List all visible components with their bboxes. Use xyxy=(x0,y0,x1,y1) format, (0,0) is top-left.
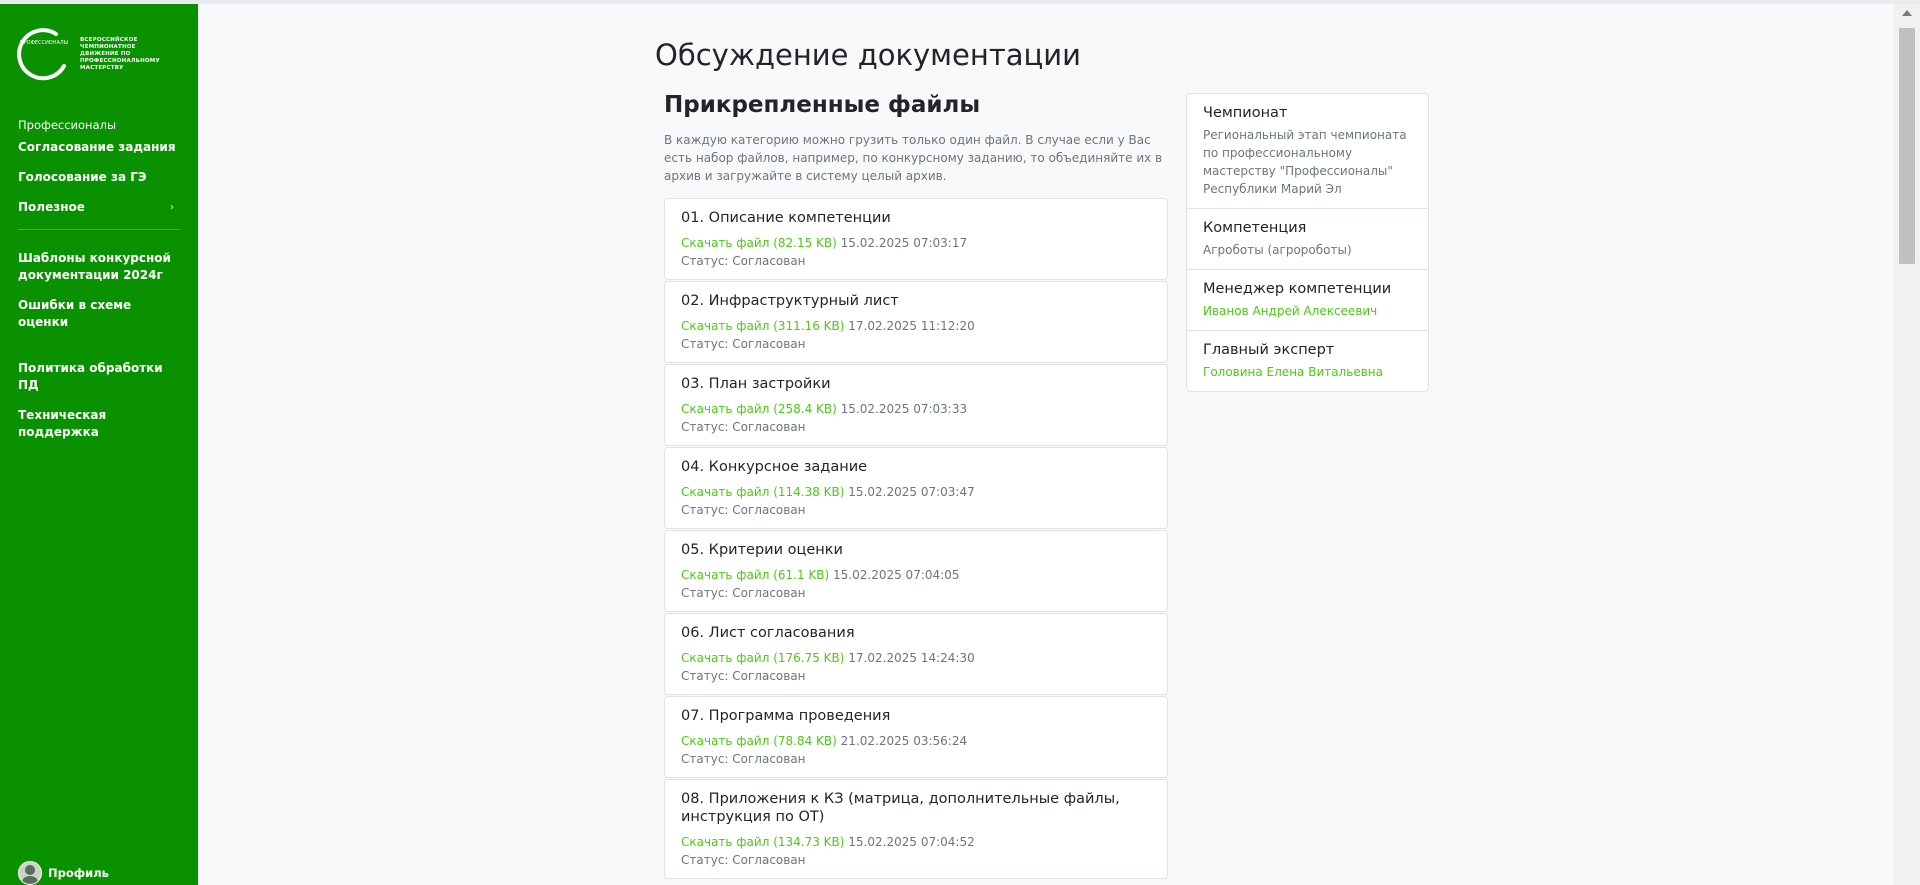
file-meta: Скачать файл (82.15 KB) 15.02.2025 07:03… xyxy=(681,234,1151,252)
logo-text: Всероссийское чемпионатное движение по п… xyxy=(80,36,160,71)
file-title: 07. Программа проведения xyxy=(681,708,891,724)
download-link[interactable]: Скачать файл (78.84 KB) xyxy=(681,734,837,748)
file-status: Статус: Согласован xyxy=(681,337,806,351)
file-meta: Скачать файл (61.1 KB) 15.02.2025 07:04:… xyxy=(681,566,1151,584)
file-status: Статус: Согласован xyxy=(681,254,806,268)
download-link[interactable]: Скачать файл (134.73 KB) xyxy=(681,835,844,849)
file-meta: Скачать файл (78.84 KB) 21.02.2025 03:56… xyxy=(681,732,1151,750)
sidebar-nav: Профессионалы Согласование задания Голос… xyxy=(18,118,180,454)
logo-ring-text: ПРОФЕССИОНАЛЫ xyxy=(20,40,68,46)
profile-label: Профиль xyxy=(48,866,109,880)
file-status: Статус: Согласован xyxy=(681,503,806,517)
info-championship: Чемпионат Региональный этап чемпионата п… xyxy=(1187,94,1428,209)
file-date: 17.02.2025 14:24:30 xyxy=(848,651,975,665)
file-meta: Скачать файл (134.73 KB) 15.02.2025 07:0… xyxy=(681,833,1151,851)
info-value: Региональный этап чемпионата по професси… xyxy=(1203,128,1407,196)
file-title: 03. План застройки xyxy=(681,376,831,392)
file-title: 02. Инфраструктурный лист xyxy=(681,293,899,309)
file-date: 21.02.2025 03:56:24 xyxy=(840,734,968,748)
file-date: 17.02.2025 11:12:20 xyxy=(848,319,975,333)
nav-divider xyxy=(18,229,180,230)
sidebar-item-useful[interactable]: Полезное › xyxy=(18,199,180,216)
download-link[interactable]: Скачать файл (114.38 KB) xyxy=(681,485,844,499)
file-title: 04. Конкурсное задание xyxy=(681,459,868,475)
sidebar-item-label: Полезное xyxy=(18,200,85,214)
sidebar-item-scoring-errors[interactable]: Ошибки в схеме оценки xyxy=(18,297,180,331)
file-title: 05. Критерии оценки xyxy=(681,542,843,558)
scrollbar[interactable] xyxy=(1894,4,1920,885)
top-strip xyxy=(0,0,1920,4)
file-date: 15.02.2025 07:03:47 xyxy=(848,485,975,499)
info-manager: Менеджер компетенции Иванов Андрей Алекс… xyxy=(1187,270,1428,331)
file-card: 02. Инфраструктурный лист Скачать файл (… xyxy=(664,281,1168,363)
scroll-up-arrow-icon[interactable] xyxy=(1902,10,1912,16)
file-card: 05. Критерии оценки Скачать файл (61.1 K… xyxy=(664,530,1168,612)
file-title: 01. Описание компетенции xyxy=(681,210,891,226)
info-panel: Чемпионат Региональный этап чемпионата п… xyxy=(1186,93,1429,392)
nav-gap xyxy=(18,344,180,360)
file-date: 15.02.2025 07:04:52 xyxy=(848,835,975,849)
file-meta: Скачать файл (176.75 KB) 17.02.2025 14:2… xyxy=(681,649,1151,667)
sidebar-item-vote-chief-expert[interactable]: Голосование за ГЭ xyxy=(18,169,180,186)
profile-button[interactable]: Профиль xyxy=(18,861,109,885)
info-label: Компетенция xyxy=(1203,220,1307,236)
manager-link[interactable]: Иванов Андрей Алексеевич xyxy=(1203,302,1412,320)
chevron-right-icon: › xyxy=(170,202,174,213)
info-label: Чемпионат xyxy=(1203,105,1288,121)
file-title: 08. Приложения к КЗ (матрица, дополнител… xyxy=(681,791,1120,825)
info-label: Менеджер компетенции xyxy=(1203,281,1392,297)
download-link[interactable]: Скачать файл (311.16 KB) xyxy=(681,319,844,333)
file-card: 01. Описание компетенции Скачать файл (8… xyxy=(664,198,1168,280)
info-label: Главный эксперт xyxy=(1203,342,1335,358)
download-link[interactable]: Скачать файл (61.1 KB) xyxy=(681,568,829,582)
file-status: Статус: Согласован xyxy=(681,586,806,600)
file-card: 07. Программа проведения Скачать файл (7… xyxy=(664,696,1168,778)
page-title: Обсуждение документации xyxy=(655,38,1081,72)
download-link[interactable]: Скачать файл (258.4 KB) xyxy=(681,402,837,416)
file-card: 04. Конкурсное задание Скачать файл (114… xyxy=(664,447,1168,529)
chief-expert-link[interactable]: Головина Елена Витальевна xyxy=(1203,363,1412,381)
section-title: Прикрепленные файлы xyxy=(664,92,981,118)
file-list: 01. Описание компетенции Скачать файл (8… xyxy=(664,198,1168,880)
logo[interactable]: ПРОФЕССИОНАЛЫ Всероссийское чемпионатное… xyxy=(16,26,170,82)
file-date: 15.02.2025 07:03:17 xyxy=(840,236,968,250)
file-card: 06. Лист согласования Скачать файл (176.… xyxy=(664,613,1168,695)
file-status: Статус: Согласован xyxy=(681,752,806,766)
scrollbar-thumb[interactable] xyxy=(1899,28,1915,264)
upload-hint: В каждую категорию можно грузить только … xyxy=(664,133,1163,183)
file-meta: Скачать файл (311.16 KB) 17.02.2025 11:1… xyxy=(681,317,1151,335)
sidebar-item-support[interactable]: Техническая поддержка xyxy=(18,407,180,441)
info-chief-expert: Главный эксперт Головина Елена Витальевн… xyxy=(1187,331,1428,391)
download-link[interactable]: Скачать файл (82.15 KB) xyxy=(681,236,837,250)
logo-ring-icon: ПРОФЕССИОНАЛЫ xyxy=(17,28,68,81)
file-date: 15.02.2025 07:03:33 xyxy=(840,402,968,416)
sidebar-item-task-approval[interactable]: Согласование задания xyxy=(18,139,180,156)
file-status: Статус: Согласован xyxy=(681,420,806,434)
file-status: Статус: Согласован xyxy=(681,669,806,683)
info-value: Агроботы (агророботы) xyxy=(1203,243,1352,257)
file-status: Статус: Согласован xyxy=(681,853,806,867)
avatar xyxy=(18,861,42,885)
file-meta: Скачать файл (114.38 KB) 15.02.2025 07:0… xyxy=(681,483,1151,501)
sidebar-item-privacy-policy[interactable]: Политика обработки ПД xyxy=(18,360,180,394)
file-title: 06. Лист согласования xyxy=(681,625,855,641)
sidebar: ПРОФЕССИОНАЛЫ Всероссийское чемпионатное… xyxy=(0,4,198,885)
file-card: 03. План застройки Скачать файл (258.4 K… xyxy=(664,364,1168,446)
sidebar-item-templates[interactable]: Шаблоны конкурсной документации 2024г xyxy=(18,250,180,284)
file-meta: Скачать файл (258.4 KB) 15.02.2025 07:03… xyxy=(681,400,1151,418)
info-competence: Компетенция Агроботы (агророботы) xyxy=(1187,209,1428,270)
file-date: 15.02.2025 07:04:05 xyxy=(833,568,960,582)
file-card: 08. Приложения к КЗ (матрица, дополнител… xyxy=(664,779,1168,879)
nav-section-label: Профессионалы xyxy=(18,118,117,132)
download-link[interactable]: Скачать файл (176.75 KB) xyxy=(681,651,844,665)
